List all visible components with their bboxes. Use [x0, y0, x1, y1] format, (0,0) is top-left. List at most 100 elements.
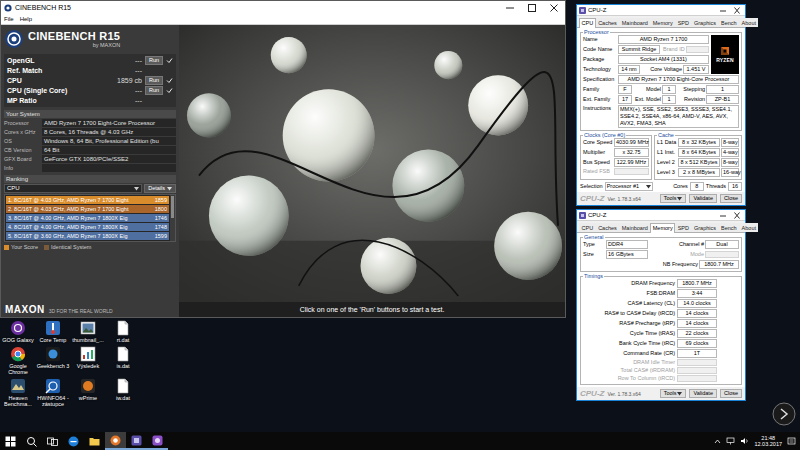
tab[interactable]: About: [739, 223, 758, 232]
desktop-icon[interactable]: GOG Galaxy: [1, 320, 35, 344]
maxon-footer: MAXON3D FOR THE REAL WORLD: [4, 304, 176, 315]
ranking-row[interactable]: 2. 8C/16T @ 4.03 GHz, AMD Ryzen 7 1700 E…: [6, 205, 169, 213]
close-icon[interactable]: [731, 6, 743, 15]
tab-bar: CPUCachesMainboardMemorySPDGraphicsBench…: [577, 16, 745, 28]
tab[interactable]: SPD: [675, 223, 691, 232]
tab[interactable]: Memory: [650, 223, 675, 233]
desktop-icon[interactable]: iw.dat: [106, 378, 140, 408]
desktop-icon[interactable]: is.dat: [106, 346, 140, 376]
desktop-icon[interactable]: Google Chrome: [1, 346, 35, 376]
selection-row: SelectionProcessor #1Cores8Threads16: [580, 181, 742, 192]
minimize-icon[interactable]: [717, 211, 729, 220]
tab[interactable]: Caches: [596, 223, 620, 232]
field-value: Socket AM4 (1331): [618, 55, 709, 64]
app-icon[interactable]: [152, 435, 163, 446]
cpuz-icon[interactable]: [131, 435, 142, 446]
tab[interactable]: Caches: [596, 18, 620, 27]
desktop-icon[interactable]: thumbnail_...: [71, 320, 105, 344]
desktop-icon[interactable]: wPrime: [71, 378, 105, 408]
cinebench-app-icon: [4, 4, 12, 12]
check-icon[interactable]: [166, 77, 173, 84]
check-icon[interactable]: [166, 57, 173, 64]
cinebench-icon[interactable]: [110, 435, 121, 446]
menu-item[interactable]: File: [4, 15, 14, 24]
wprime-icon: [80, 378, 96, 394]
minimize-icon[interactable]: [499, 1, 521, 15]
run-button[interactable]: Run: [145, 76, 163, 85]
ranking-row[interactable]: 1. 8C/16T @ 4.03 GHz, AMD Ryzen 7 1700 E…: [6, 196, 169, 204]
edge-icon[interactable]: [68, 436, 79, 447]
notification-icon[interactable]: [787, 437, 796, 446]
desktop-icon[interactable]: Heaven Benchma...: [1, 378, 35, 408]
taskbar-button[interactable]: [63, 432, 84, 450]
taskbar-button[interactable]: [84, 432, 105, 450]
field-value: 14 nm: [618, 65, 640, 74]
minimize-icon[interactable]: [717, 6, 729, 15]
footer-button[interactable]: Validate: [689, 389, 716, 398]
taskbar-button[interactable]: [126, 432, 147, 450]
taskbar-button[interactable]: [105, 432, 126, 450]
clock[interactable]: 21:4812.03.2017: [754, 435, 782, 448]
round-button-icon[interactable]: [772, 402, 796, 426]
tab[interactable]: Memory: [650, 18, 675, 27]
task-view-icon[interactable]: [47, 436, 58, 447]
tab[interactable]: Bench: [718, 18, 739, 27]
cache-group: CacheL1 Data8 x 32 KBytes8-wayL1 Inst.8 …: [654, 132, 742, 180]
field-label: Technology: [583, 66, 617, 73]
volume-icon[interactable]: [740, 437, 749, 445]
ranking-row[interactable]: 3. 8C/16T @ 4.00 GHz, AMD Ryzen 7 1800X …: [6, 214, 169, 222]
tab[interactable]: Mainboard: [619, 18, 650, 27]
field-value: [686, 46, 709, 53]
desktop-icon[interactable]: Geekbench 3: [36, 346, 70, 376]
title-bar: CPU-Z: [577, 5, 745, 16]
test-row: CPU1859 cbRun: [7, 76, 173, 85]
ranking-row[interactable]: 4. 8C/16T @ 4.00 GHz, AMD Ryzen 7 1800X …: [6, 223, 169, 231]
ranking-select[interactable]: CPU: [4, 184, 142, 193]
field-label: Threads: [706, 183, 726, 190]
ryzen-logo: RYZEN: [711, 35, 739, 74]
close-icon[interactable]: [543, 1, 565, 15]
scrollbar[interactable]: [170, 195, 175, 241]
tab[interactable]: Graphics: [691, 223, 718, 232]
desktop-icon[interactable]: HWiNFO64 - zástupce: [36, 378, 70, 408]
check-icon[interactable]: [166, 87, 173, 94]
run-button[interactable]: Run: [145, 86, 163, 95]
tab[interactable]: SPD: [675, 18, 691, 27]
chevron-up-icon[interactable]: [714, 439, 721, 444]
run-button[interactable]: Run: [145, 56, 163, 65]
field-value: 14 clocks: [677, 309, 717, 318]
folder-icon[interactable]: [89, 436, 100, 447]
footer-button[interactable]: Tools: [660, 194, 687, 203]
taskbar-button[interactable]: [21, 432, 42, 450]
network-icon[interactable]: [726, 437, 735, 445]
ranking-row[interactable]: 5. 8C/16T @ 3.60 GHz, AMD Ryzen 7 1800X …: [6, 232, 169, 240]
footer-button[interactable]: Close: [720, 194, 742, 203]
taskbar-button[interactable]: [0, 432, 21, 450]
desktop-icon[interactable]: Výsledek: [71, 346, 105, 376]
legend-item: Identical System: [44, 244, 91, 251]
taskbar-button[interactable]: [147, 432, 168, 450]
search-icon[interactable]: [26, 436, 37, 447]
field-label: Package: [583, 56, 617, 63]
processor-select[interactable]: Processor #1: [605, 182, 653, 191]
menu-item[interactable]: Help: [20, 15, 32, 24]
footer-button[interactable]: Close: [720, 389, 742, 398]
tab[interactable]: Graphics: [691, 18, 718, 27]
field-value: 22 clocks: [677, 329, 717, 338]
tab-bar: CPUCachesMainboardMemorySPDGraphicsBench…: [577, 221, 745, 233]
desktop-icon[interactable]: Core Temp: [36, 320, 70, 344]
field-value: 1800.7 MHz: [677, 279, 717, 288]
tab[interactable]: About: [739, 18, 758, 27]
close-icon[interactable]: [731, 211, 743, 220]
footer-button[interactable]: Validate: [689, 194, 716, 203]
tab[interactable]: Bench: [718, 223, 739, 232]
tab[interactable]: CPU: [579, 18, 596, 28]
footer-button[interactable]: Tools: [660, 389, 687, 398]
desktop-icon[interactable]: rt.dat: [106, 320, 140, 344]
tab[interactable]: CPU: [579, 223, 596, 232]
windows-logo-icon[interactable]: [5, 436, 16, 447]
tab[interactable]: Mainboard: [619, 223, 650, 232]
maximize-icon[interactable]: [521, 1, 543, 15]
details-button[interactable]: Details: [144, 184, 176, 193]
taskbar-button[interactable]: [42, 432, 63, 450]
